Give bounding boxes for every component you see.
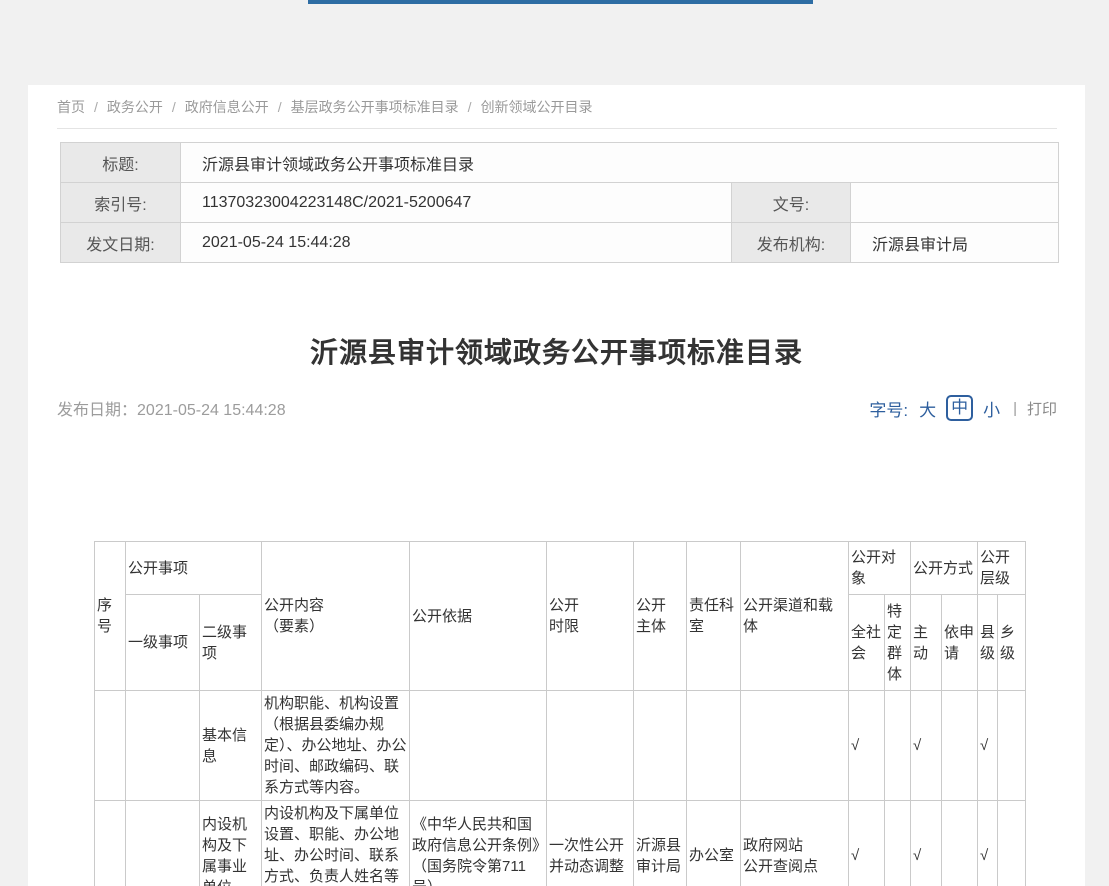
breadcrumb-separator: / <box>468 99 472 115</box>
meta-agency-label: 发布机构: <box>732 223 851 263</box>
font-medium-button[interactable]: 中 <box>946 395 973 421</box>
check-cell-method-active: √ <box>911 801 942 886</box>
font-small-button[interactable]: 小 <box>983 396 1000 421</box>
cell-subject <box>634 691 687 801</box>
th-method-request: 依申请 <box>942 595 978 691</box>
th-audience-all: 全社 会 <box>849 595 885 691</box>
font-size-label: 字号: <box>869 396 908 421</box>
th-content: 公开内容 （要素） <box>262 542 410 691</box>
th-matter: 公开事项 <box>126 542 262 595</box>
divider-pipe: | <box>1013 400 1017 417</box>
breadcrumb-zwgk[interactable]: 政务公开 <box>107 99 163 115</box>
meta-docnum-label: 文号: <box>732 183 851 223</box>
catalog-table: 序号 公开事项 公开内容 （要素） 公开依据 公开 时限 公开 主体 责任科室 … <box>94 541 1026 886</box>
cell-basis <box>410 691 547 801</box>
check-cell-level-town <box>998 801 1026 886</box>
cell-time-limit <box>547 691 634 801</box>
th-method: 公开方式 <box>911 542 978 595</box>
publish-row: 发布日期：2021-05-24 15:44:28 字号: 大 中 小 | 打印 <box>57 393 1057 423</box>
meta-index-value: 11370323004223148C/2021-5200647 <box>181 183 732 223</box>
top-nav-bar-edge <box>308 0 813 4</box>
check-cell-audience-specific <box>885 691 911 801</box>
top-strip <box>0 0 1109 4</box>
cell-content: 内设机构及下属单位设置、职能、办公地址、办公时间、联系方式、负责人姓名等内容。 <box>262 801 410 886</box>
breadcrumb-home[interactable]: 首页 <box>57 99 85 115</box>
cell-dept: 办公室 <box>687 801 741 886</box>
meta-date-value: 2021-05-24 15:44:28 <box>181 223 732 263</box>
cell-seq <box>95 801 126 886</box>
meta-index-label: 索引号: <box>61 183 181 223</box>
check-cell-method-request <box>942 801 978 886</box>
cell-channel: 政府网站 公开查阅点 <box>741 801 849 886</box>
table-row: 基本信息 机构职能、机构设置（根据县委编办规定）、办公地址、办公时间、邮政编码、… <box>95 691 1026 801</box>
cell-dept <box>687 691 741 801</box>
cell-content: 机构职能、机构设置（根据县委编办规定）、办公地址、办公时间、邮政编码、联系方式等… <box>262 691 410 801</box>
publish-date-label: 发布日期： <box>57 402 137 419</box>
publish-date-value: 2021-05-24 15:44:28 <box>137 402 286 419</box>
breadcrumb-separator: / <box>94 99 98 115</box>
th-level: 公开层级 <box>978 542 1026 595</box>
th-time-limit: 公开 时限 <box>547 542 634 691</box>
breadcrumb-separator: / <box>172 99 176 115</box>
page-title: 沂源县审计领域政务公开事项标准目录 <box>28 335 1085 371</box>
check-cell-audience-all: √ <box>849 801 885 886</box>
font-large-button[interactable]: 大 <box>919 396 936 421</box>
breadcrumb: 首页 / 政务公开 / 政府信息公开 / 基层政务公开事项标准目录 / 创新领域公开目录 <box>57 97 593 117</box>
font-size-controls: 字号: 大 中 小 | 打印 <box>869 395 1057 421</box>
cell-level2: 基本信息 <box>200 691 262 801</box>
meta-row-index: 索引号: 11370323004223148C/2021-5200647 文号: <box>61 183 1059 223</box>
th-level-town: 乡级 <box>998 595 1026 691</box>
table-row: 内设机构及下属事业单位 内设机构及下属单位设置、职能、办公地址、办公时间、联系方… <box>95 801 1026 886</box>
th-level-county: 县级 <box>978 595 998 691</box>
check-cell-level-county: √ <box>978 801 998 886</box>
table-header-row-1: 序号 公开事项 公开内容 （要素） 公开依据 公开 时限 公开 主体 责任科室 … <box>95 542 1026 595</box>
meta-row-title: 标题: 沂源县审计领域政务公开事项标准目录 <box>61 143 1059 183</box>
check-cell-audience-all: √ <box>849 691 885 801</box>
cell-level2: 内设机构及下属事业单位 <box>200 801 262 886</box>
meta-agency-value: 沂源县审计局 <box>851 223 1059 263</box>
meta-title-value: 沂源县审计领域政务公开事项标准目录 <box>181 143 1059 183</box>
meta-title-label: 标题: <box>61 143 181 183</box>
breadcrumb-separator: / <box>278 99 282 115</box>
th-dept: 责任科室 <box>687 542 741 691</box>
cell-level1 <box>126 691 200 801</box>
cell-level1 <box>126 801 200 886</box>
th-matter-l2: 二级事项 <box>200 595 262 691</box>
th-channel: 公开渠道和载体 <box>741 542 849 691</box>
cell-time-limit: 一次性公开并动态调整 <box>547 801 634 886</box>
meta-date-label: 发文日期: <box>61 223 181 263</box>
check-cell-level-town <box>998 691 1026 801</box>
th-subject: 公开 主体 <box>634 542 687 691</box>
document-meta-table: 标题: 沂源县审计领域政务公开事项标准目录 索引号: 1137032300422… <box>60 142 1059 263</box>
breadcrumb-divider <box>57 128 1057 129</box>
th-seq: 序号 <box>95 542 126 691</box>
check-cell-audience-specific <box>885 801 911 886</box>
publish-date: 发布日期：2021-05-24 15:44:28 <box>57 396 286 420</box>
print-button[interactable]: 打印 <box>1027 398 1057 419</box>
th-audience: 公开对象 <box>849 542 911 595</box>
check-cell-level-county: √ <box>978 691 998 801</box>
th-audience-specific: 特定群体 <box>885 595 911 691</box>
cell-channel <box>741 691 849 801</box>
cell-subject: 沂源县 审计局 <box>634 801 687 886</box>
th-method-active: 主动 <box>911 595 942 691</box>
check-cell-method-request <box>942 691 978 801</box>
th-matter-l1: 一级事项 <box>126 595 200 691</box>
breadcrumb-cxly-catalog[interactable]: 创新领域公开目录 <box>481 99 593 115</box>
check-cell-method-active: √ <box>911 691 942 801</box>
cell-basis: 《中华人民共和国政府信息公开条例》（国务院令第711号） <box>410 801 547 886</box>
th-basis: 公开依据 <box>410 542 547 691</box>
meta-docnum-value <box>851 183 1059 223</box>
breadcrumb-zfxxgk[interactable]: 政府信息公开 <box>185 99 269 115</box>
meta-row-date: 发文日期: 2021-05-24 15:44:28 发布机构: 沂源县审计局 <box>61 223 1059 263</box>
breadcrumb-jczw-catalog[interactable]: 基层政务公开事项标准目录 <box>291 99 459 115</box>
cell-seq <box>95 691 126 801</box>
content-card: 首页 / 政务公开 / 政府信息公开 / 基层政务公开事项标准目录 / 创新领域公开目录 标题:… <box>28 85 1085 886</box>
